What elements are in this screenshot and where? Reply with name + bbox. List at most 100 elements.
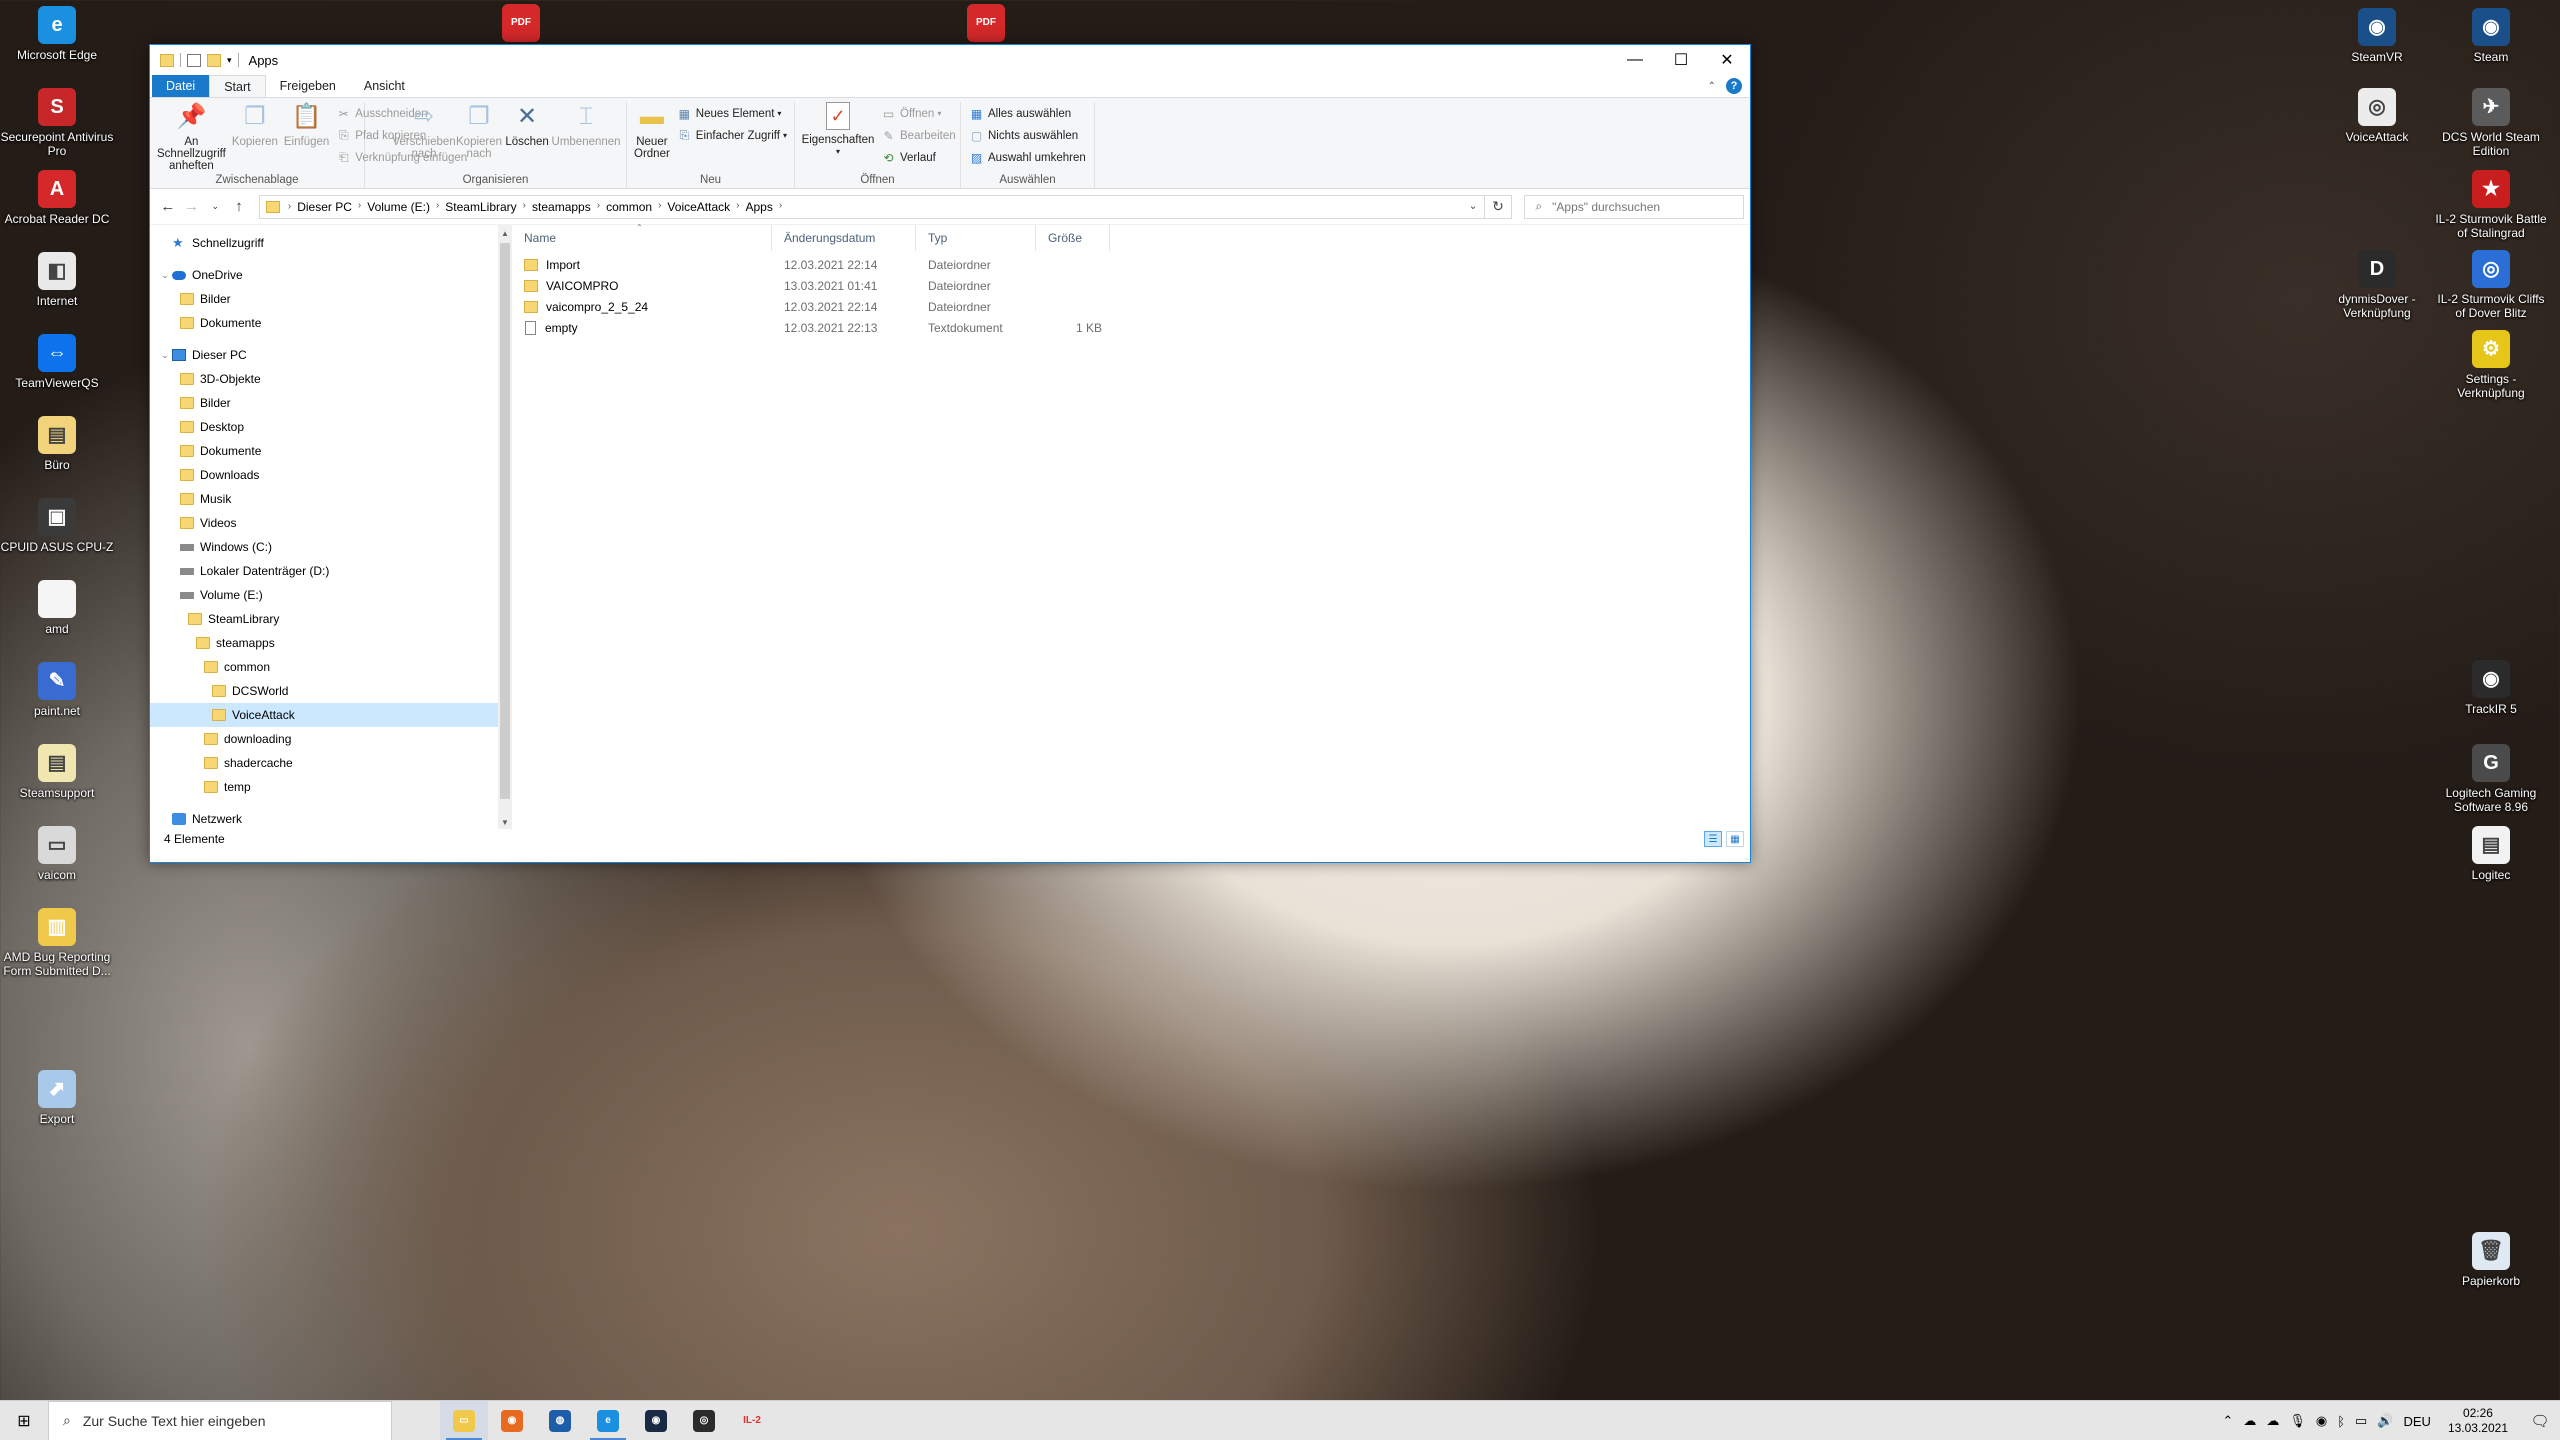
taskbar-search-input[interactable]: ⌕ Zur Suche Text hier eingeben [48, 1400, 392, 1440]
open-button[interactable]: ▭ Öffnen ▾ [881, 104, 956, 123]
onedrive-icon[interactable]: ☁ [2243, 1413, 2256, 1429]
clock[interactable]: 02:26 13.03.2021 [2448, 1406, 2508, 1436]
recent-locations-icon[interactable]: ⌄ [203, 201, 227, 212]
desktop-shortcut[interactable]: G Logitech Gaming Software 8.96 [2432, 744, 2550, 814]
chevron-right-icon[interactable]: › [523, 200, 526, 214]
desktop-shortcut[interactable]: 🗑 Papierkorb [2432, 1232, 2550, 1288]
taskbar-app-steam[interactable]: ◉ [632, 1401, 680, 1440]
desktop-shortcut[interactable]: ◉ Steam [2432, 8, 2550, 64]
chevron-right-icon[interactable]: › [436, 200, 439, 214]
bluetooth-icon[interactable]: ᛒ [2337, 1414, 2345, 1429]
column-date[interactable]: Änderungsdatum [772, 225, 916, 251]
nav-item[interactable]: VoiceAttack [150, 703, 498, 727]
new-item-button[interactable]: ▦ Neues Element ▾ [677, 104, 787, 123]
select-all-button[interactable]: ▦ Alles auswählen [969, 104, 1086, 123]
nav-item[interactable]: SteamLibrary [150, 607, 498, 631]
desktop-shortcut[interactable]: ⇔ TeamViewerQS [0, 334, 116, 390]
chevron-right-icon[interactable]: › [779, 200, 782, 214]
forward-button[interactable]: → [180, 198, 204, 215]
nav-item[interactable]: DCSWorld [150, 679, 498, 703]
search-input[interactable]: ⌕ "Apps" durchsuchen [1524, 194, 1744, 219]
up-button[interactable]: ↑ [227, 198, 251, 215]
scrollbar-thumb[interactable] [500, 243, 510, 799]
notification-center-icon[interactable]: 🗨 [2520, 1412, 2560, 1430]
desktop-shortcut[interactable]: PDF [462, 4, 580, 46]
address-bar[interactable]: › Dieser PC › Volume (E:) › SteamLibrary › ste… [258, 194, 1485, 219]
nav-item[interactable]: Netzwerk [150, 807, 498, 829]
nav-item[interactable]: ⌄ Dieser PC [150, 343, 498, 367]
taskbar-app-trackir[interactable]: ◎ [680, 1401, 728, 1440]
trackir-tray-icon[interactable]: ◉ [2316, 1413, 2327, 1429]
desktop-shortcut[interactable]: DdynmisDover - Verknüpfung [2318, 250, 2436, 320]
breadcrumb-item[interactable]: Volume (E:) [367, 200, 430, 214]
column-size[interactable]: Größe [1036, 225, 1110, 251]
nav-item[interactable]: steamapps [150, 631, 498, 655]
back-button[interactable]: ← [156, 198, 180, 215]
customize-toolbar-icon[interactable]: ▾ [227, 55, 232, 66]
tab-freigeben[interactable]: Freigeben [266, 75, 350, 97]
network-icon[interactable]: ▭ [2355, 1413, 2367, 1429]
nav-item[interactable]: Musik [150, 487, 498, 511]
desktop-shortcut[interactable]: ◧ Internet [0, 252, 116, 308]
desktop-shortcut[interactable]: ★ IL-2 Sturmovik Battle of Stalingrad [2432, 170, 2550, 240]
tab-start[interactable]: Start [209, 75, 266, 97]
nav-item[interactable]: common [150, 655, 498, 679]
nav-item[interactable]: temp [150, 775, 498, 799]
nav-item[interactable]: Dokumente [150, 311, 498, 335]
desktop-shortcut[interactable]: ◎ IL-2 Sturmovik Cliffs of Dover Blitz [2432, 250, 2550, 320]
taskbar-app-il2[interactable]: IL-2 [728, 1401, 776, 1440]
desktop-shortcut[interactable]: ◎ VoiceAttack [2318, 88, 2436, 144]
maximize-button[interactable]: ☐ [1658, 45, 1704, 75]
breadcrumb-item[interactable]: Apps [745, 200, 772, 214]
desktop-shortcut[interactable]: ▤ Steamsupport [0, 744, 116, 800]
volume-icon[interactable]: 🔊 [2377, 1413, 2393, 1429]
nav-item[interactable]: Bilder [150, 287, 498, 311]
nav-item[interactable]: shadercache [150, 751, 498, 775]
desktop-shortcut[interactable]: A Acrobat Reader DC [0, 170, 116, 226]
desktop-shortcut[interactable]: ✈ DCS World Steam Edition [2432, 88, 2550, 158]
microphone-icon[interactable]: 🎙 [2289, 1413, 2306, 1429]
nav-item[interactable]: Windows (C:) [150, 535, 498, 559]
nav-item[interactable]: Bilder [150, 391, 498, 415]
nav-item[interactable]: Downloads [150, 463, 498, 487]
taskbar-app-firefox[interactable]: ◉ [488, 1401, 536, 1440]
desktop-shortcut[interactable]: ⚙ Settings - Verknüpfung [2432, 330, 2550, 400]
desktop-shortcut[interactable]: ◉ SteamVR [2318, 8, 2436, 64]
nav-item[interactable]: Lokaler Datenträger (D:) [150, 559, 498, 583]
desktop-shortcut[interactable]: ▣ CPUID ASUS CPU-Z [0, 498, 116, 554]
scroll-down-icon[interactable]: ▼ [500, 818, 510, 827]
desktop-shortcut[interactable]: PDF [927, 4, 1045, 46]
history-button[interactable]: ⟲ Verlauf [881, 148, 956, 167]
desktop-shortcut[interactable]: ▤ Büro [0, 416, 116, 472]
nav-item[interactable]: Desktop [150, 415, 498, 439]
desktop-shortcut[interactable]: e Microsoft Edge [0, 6, 116, 62]
edit-button[interactable]: ✎ Bearbeiten [881, 126, 955, 145]
desktop-shortcut[interactable]: amd [0, 580, 116, 636]
expand-icon[interactable]: ⌄ [158, 270, 172, 281]
desktop-shortcut[interactable]: S Securepoint Antivirus Pro [0, 88, 116, 158]
collapse-ribbon-icon[interactable]: ⌃ [1708, 81, 1716, 92]
file-row[interactable]: empty 12.03.2021 22:13 Textdokument 1 KB [512, 317, 1750, 338]
help-icon[interactable]: ? [1726, 78, 1742, 94]
column-type[interactable]: Typ [916, 225, 1036, 251]
tab-ansicht[interactable]: Ansicht [350, 75, 419, 97]
nav-item[interactable]: downloading [150, 727, 498, 751]
chevron-down-icon[interactable]: ⌄ [1468, 199, 1477, 212]
easy-access-button[interactable]: ⎘ Einfacher Zugriff ▾ [677, 126, 787, 145]
chevron-right-icon[interactable]: › [597, 200, 600, 214]
taskbar-app-file-explorer[interactable]: ▭ [440, 1400, 488, 1440]
nav-item[interactable]: Videos [150, 511, 498, 535]
desktop-shortcut[interactable]: ▤ Logitec [2432, 826, 2550, 882]
refresh-button[interactable]: ↻ [1484, 194, 1513, 219]
desktop-shortcut[interactable]: ◉ TrackIR 5 [2432, 660, 2550, 716]
expand-icon[interactable]: ⌄ [158, 350, 172, 361]
nav-item[interactable]: Dokumente [150, 439, 498, 463]
cloud-sync-icon[interactable]: ☁ [2266, 1413, 2279, 1429]
breadcrumb-item[interactable]: SteamLibrary [445, 200, 516, 214]
file-row[interactable]: Import 12.03.2021 22:14 Dateiordner [512, 254, 1750, 275]
desktop-shortcut[interactable]: ⬈ Export [0, 1070, 116, 1126]
large-icons-view-icon[interactable]: ▦ [1726, 831, 1744, 847]
taskbar-app-app-blue[interactable]: ◍ [536, 1401, 584, 1440]
desktop-shortcut[interactable]: ▥ AMD Bug Reporting Form Submitted D... [0, 908, 116, 978]
taskbar-app-edge[interactable]: e [584, 1401, 632, 1440]
